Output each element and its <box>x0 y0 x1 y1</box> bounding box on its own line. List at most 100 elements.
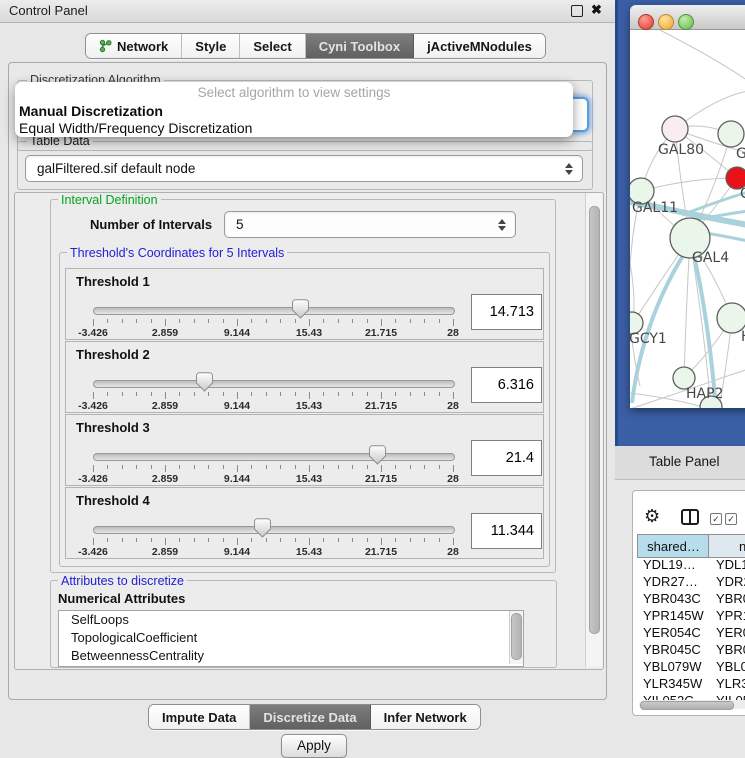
slider-track[interactable] <box>93 453 455 461</box>
table-cell[interactable]: YBL079W <box>643 659 714 676</box>
slider-tick <box>208 392 209 396</box>
network-node[interactable] <box>718 121 744 147</box>
slider-tick <box>93 319 94 326</box>
popup-item-manual-discretization[interactable]: Manual Discretization <box>19 103 567 119</box>
threshold-value-field[interactable]: 6.316 <box>471 367 542 403</box>
slider-tick <box>309 392 310 399</box>
column-header-shared-name[interactable]: shared… <box>637 534 710 558</box>
popup-item-equal-width-frequency[interactable]: Equal Width/Frequency Discretization <box>19 120 567 136</box>
tab-style[interactable]: Style <box>182 34 240 58</box>
attributes-scrollbar-thumb[interactable] <box>511 613 522 660</box>
slider-tick <box>295 465 296 469</box>
column-header-name[interactable]: name <box>708 534 745 558</box>
checkbox-checked-icon[interactable]: ✓ <box>710 513 722 525</box>
network-edge[interactable] <box>684 238 690 378</box>
attribute-list-item[interactable]: TopologicalCoefficient <box>59 629 523 647</box>
network-node-label: C <box>740 186 745 202</box>
tab-impute-data[interactable]: Impute Data <box>149 705 250 729</box>
number-of-intervals-value: 5 <box>225 217 497 232</box>
slider-tick-label: 2.859 <box>152 400 178 412</box>
slider-tick <box>165 465 166 472</box>
slider-track[interactable] <box>93 307 455 315</box>
apply-button[interactable]: Apply <box>281 734 347 758</box>
slider-thumb[interactable] <box>292 299 309 319</box>
threshold-box: Threshold 2-3.4262.8599.14415.4321.71528… <box>65 341 544 413</box>
table-cell[interactable]: YPR145W <box>643 608 714 625</box>
number-of-intervals-combobox[interactable]: 5 <box>224 211 516 238</box>
slider-tick <box>439 392 440 396</box>
tab-label: Discretize Data <box>263 710 356 725</box>
slider-tick <box>151 465 152 469</box>
network-edge[interactable] <box>660 30 745 81</box>
slider-tick <box>251 465 252 469</box>
threshold-value-field[interactable]: 21.4 <box>471 440 542 476</box>
float-window-icon[interactable] <box>571 5 583 17</box>
slider-tick-label: 28 <box>447 400 459 412</box>
attribute-list-item[interactable]: BetweennessCentrality <box>59 647 523 665</box>
slider-thumb[interactable] <box>254 518 271 538</box>
table-cell[interactable]: YBL07 <box>716 659 745 676</box>
close-icon[interactable]: ✖ <box>591 2 602 18</box>
number-of-intervals-label: Number of Intervals <box>90 217 212 232</box>
attributes-scrollbar[interactable] <box>509 611 523 664</box>
network-icon <box>99 39 112 53</box>
table-cell[interactable]: YDR27… <box>643 574 714 591</box>
slider-thumb[interactable] <box>369 445 386 465</box>
table-cell[interactable]: YBR045C <box>643 642 714 659</box>
slider-tick <box>424 465 425 469</box>
slider-tick <box>122 392 123 396</box>
slider-tick-label: 28 <box>447 327 459 339</box>
horizontal-scrollbar[interactable] <box>639 700 745 709</box>
table-cell[interactable]: YLR34 <box>716 676 745 693</box>
slider-tick <box>352 319 353 323</box>
tab-infer-network[interactable]: Infer Network <box>371 705 480 729</box>
threshold-label: Threshold 2 <box>76 347 150 362</box>
threshold-value-field[interactable]: 11.344 <box>471 513 542 549</box>
table-cell[interactable]: YER054C <box>643 625 714 642</box>
table-data-combobox[interactable]: galFiltered.sif default node <box>25 155 583 182</box>
slider-tick <box>338 465 339 469</box>
table-cell[interactable]: YDL19… <box>643 557 714 574</box>
table-cell[interactable]: YDL19 <box>716 557 745 574</box>
table-cell[interactable]: YBR04 <box>716 642 745 659</box>
slider-tick <box>323 319 324 323</box>
tab-label: Network <box>117 39 168 54</box>
slider-thumb[interactable] <box>196 372 213 392</box>
table-cell[interactable]: YLR345W <box>643 676 714 693</box>
gear-icon[interactable]: ⚙ <box>644 507 660 525</box>
table-cell[interactable]: YPR14 <box>716 608 745 625</box>
panel-scrollbar[interactable] <box>585 193 602 667</box>
minimize-traffic-light-icon[interactable] <box>658 14 674 30</box>
attribute-list-item[interactable]: SelfLoops <box>59 611 523 629</box>
slider-tick-label: -3.426 <box>78 473 108 485</box>
panel-scrollbar-thumb[interactable] <box>589 206 600 634</box>
tab-cyni-toolbox[interactable]: Cyni Toolbox <box>306 34 414 58</box>
slider-tick <box>352 392 353 396</box>
threshold-box: Threshold 3-3.4262.8599.14415.4321.71528… <box>65 414 544 486</box>
tab-network[interactable]: Network <box>86 34 182 58</box>
threshold-value-field[interactable]: 14.713 <box>471 294 542 330</box>
network-node[interactable] <box>662 116 688 142</box>
horizontal-scrollbar-thumb[interactable] <box>640 701 734 710</box>
table-cell[interactable]: YDR27 <box>716 574 745 591</box>
split-column-icon[interactable] <box>681 509 699 525</box>
tab-select[interactable]: Select <box>240 34 305 58</box>
slider-tick-label: 21.715 <box>365 473 397 485</box>
table-cell[interactable]: YER05 <box>716 625 745 642</box>
table-cell[interactable]: YBR04 <box>716 591 745 608</box>
numerical-attributes-list[interactable]: SelfLoopsTopologicalCoefficientBetweenne… <box>58 610 524 667</box>
slider-track[interactable] <box>93 380 455 388</box>
slider-track[interactable] <box>93 526 455 534</box>
table-cell[interactable]: YBR043C <box>643 591 714 608</box>
window-title: Control Panel <box>9 3 88 18</box>
slider-tick <box>280 392 281 396</box>
network-canvas[interactable]: GAL80GACGAL11GAL4GCY1HAHAP2 <box>630 30 745 408</box>
tab-discretize-data[interactable]: Discretize Data <box>250 705 370 729</box>
tab-jactivemnodules[interactable]: jActiveMNodules <box>414 34 545 58</box>
table-data-value: galFiltered.sif default node <box>26 161 564 176</box>
numerical-attributes-heading: Numerical Attributes <box>58 591 185 606</box>
checkbox-checked-icon[interactable]: ✓ <box>725 513 737 525</box>
network-edge[interactable] <box>641 178 737 191</box>
zoom-traffic-light-icon[interactable] <box>678 14 694 30</box>
close-traffic-light-icon[interactable] <box>638 14 654 30</box>
